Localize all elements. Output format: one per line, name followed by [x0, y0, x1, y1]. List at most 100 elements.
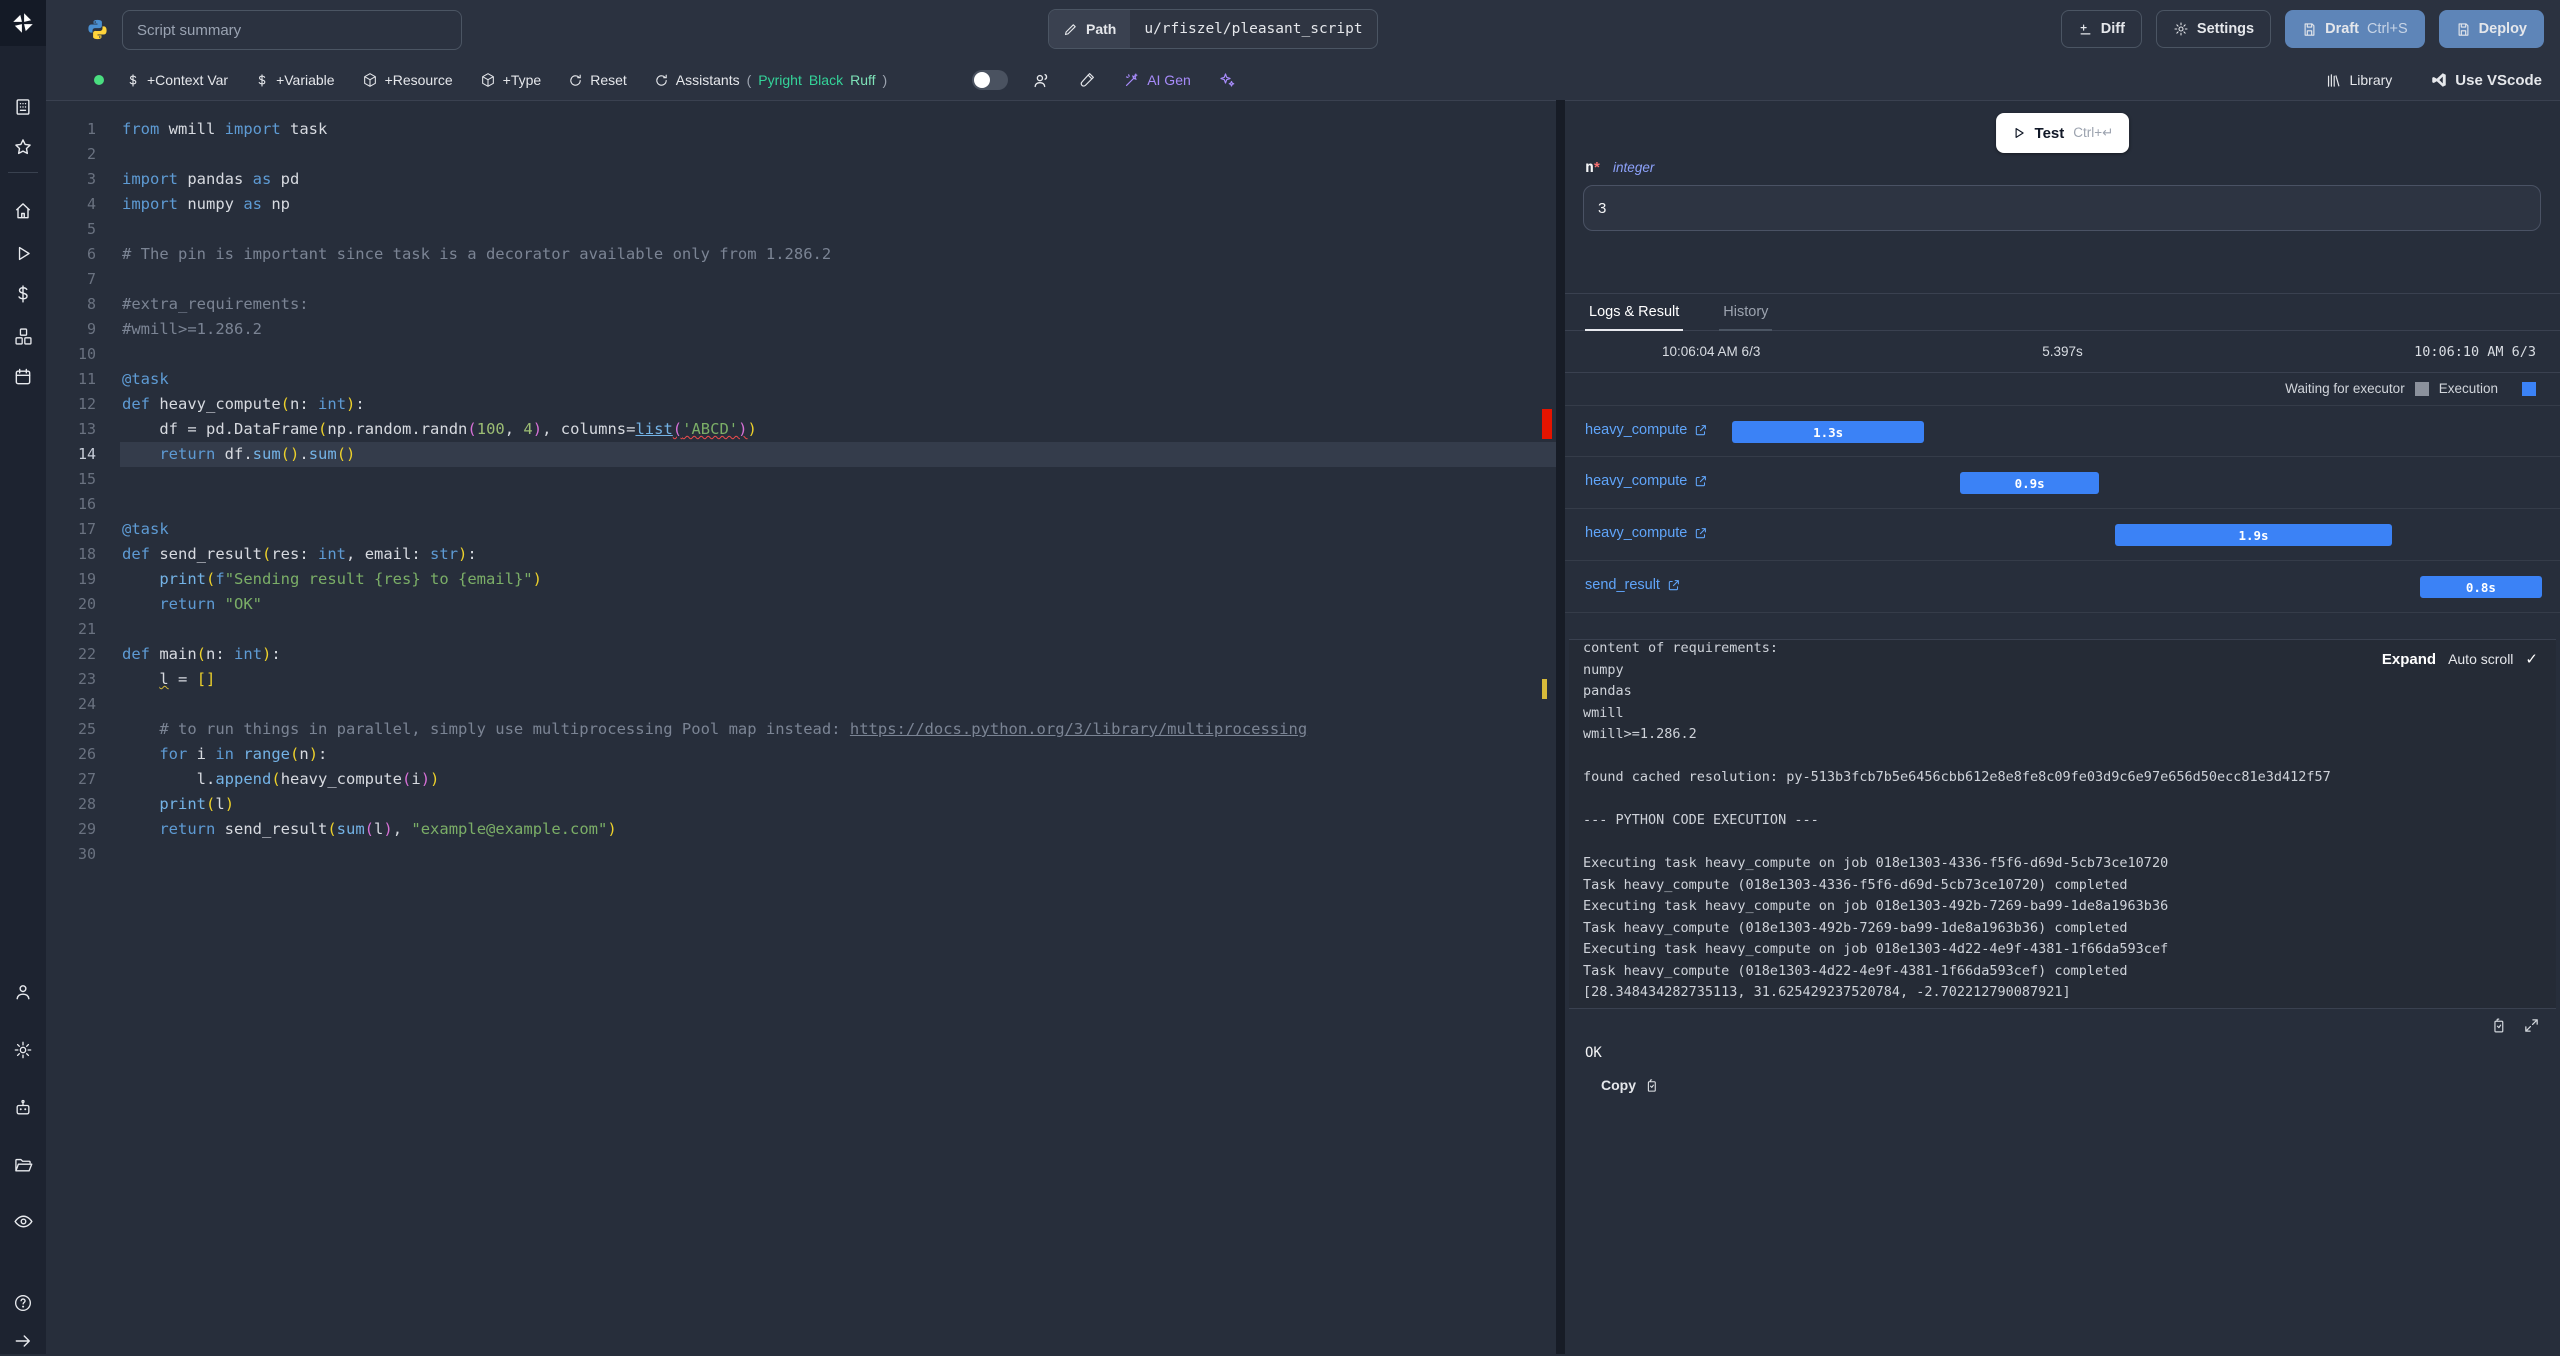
log-expand-button[interactable]: Expand — [2382, 651, 2436, 668]
script-summary-input[interactable] — [122, 10, 462, 50]
code-line[interactable]: def main(n: int): — [120, 642, 1556, 667]
format-brush-icon[interactable] — [1078, 71, 1096, 89]
code-line[interactable] — [120, 267, 1556, 292]
test-button[interactable]: Test Ctrl+↵ — [1995, 113, 2130, 153]
code-line[interactable]: @task — [120, 367, 1556, 392]
code-line[interactable]: import pandas as pd — [120, 167, 1556, 192]
deploy-button[interactable]: Deploy — [2438, 10, 2544, 48]
log-autoscroll-toggle[interactable]: Auto scroll — [2448, 651, 2513, 667]
code-line[interactable]: # The pin is important since task is a d… — [120, 242, 1556, 267]
path-button[interactable]: Path u/rfiszel/pleasant_script — [1048, 9, 1378, 49]
external-link-icon — [1668, 580, 1679, 591]
code-line[interactable]: df = pd.DataFrame(np.random.randn(100, 4… — [120, 417, 1556, 442]
code-line[interactable]: print(f"Sending result {res} to {email}"… — [120, 567, 1556, 592]
code-line[interactable]: # to run things in parallel, simply use … — [120, 717, 1556, 742]
code-editor[interactable]: 1 2 3 4 5 6 7 8 9 10 11 12 13 14 15 16 17 18 19 20 21 22 23 24 2… — [46, 100, 1556, 1354]
multiplayer-users-icon[interactable] — [1032, 71, 1051, 90]
workspace-icon[interactable] — [0, 92, 46, 122]
log-output[interactable]: content of requirements: numpy pandas wmill… — [1569, 639, 2556, 1009]
code-line[interactable] — [120, 217, 1556, 242]
favorites-star-icon[interactable] — [0, 132, 46, 162]
code-line[interactable]: print(l) — [120, 792, 1556, 817]
editor-gutter: 1 2 3 4 5 6 7 8 9 10 11 12 13 14 15 16 17 18 19 20 21 22 23 24 2… — [77, 120, 96, 863]
tab-logs-result[interactable]: Logs & Result — [1585, 294, 1684, 331]
sparkles-icon[interactable] — [1218, 71, 1236, 89]
code-line[interactable]: def heavy_compute(n: int): — [120, 392, 1556, 417]
code-line[interactable]: for i in range(n): — [120, 742, 1556, 767]
legend-waiting-swatch — [2414, 381, 2429, 396]
editor-code[interactable]: from wmill import task import pandas as … — [120, 117, 1556, 867]
add-context-var-button[interactable]: +Context Var — [126, 72, 228, 88]
add-resource-button[interactable]: +Resource — [362, 72, 453, 88]
arg-name: n — [1585, 158, 1595, 176]
code-line[interactable] — [120, 842, 1556, 867]
argument-label: n* integer — [1585, 158, 1654, 176]
execution-bar[interactable]: 1.9s — [2115, 524, 2392, 546]
code-line[interactable]: return send_result(sum(l), "example@exam… — [120, 817, 1556, 842]
sidebar-divider — [8, 172, 38, 173]
task-link[interactable]: heavy_compute — [1585, 473, 1708, 489]
code-line[interactable] — [120, 142, 1556, 167]
code-line[interactable]: def send_result(res: int, email: str): — [120, 542, 1556, 567]
code-line[interactable]: return "OK" — [120, 592, 1556, 617]
code-line[interactable] — [120, 467, 1556, 492]
deploy-label: Deploy — [2478, 21, 2527, 37]
add-type-label: +Type — [502, 72, 542, 88]
schedules-calendar-icon[interactable] — [0, 362, 46, 392]
task-link[interactable]: heavy_compute — [1585, 525, 1708, 541]
clipboard-icon — [1647, 1078, 1656, 1092]
code-line[interactable] — [120, 617, 1556, 642]
code-line[interactable]: #extra_requirements: — [120, 292, 1556, 317]
audit-eye-icon[interactable] — [0, 1206, 46, 1236]
settings-button[interactable]: Settings — [2155, 10, 2272, 48]
draft-label: Draft — [2325, 21, 2359, 37]
code-line[interactable]: import numpy as np — [120, 192, 1556, 217]
assistants-button[interactable]: Assistants ( Pyright Black Ruff ) — [654, 72, 887, 88]
copy-result-button[interactable]: Copy — [1601, 1077, 1659, 1093]
code-line[interactable]: @task — [120, 517, 1556, 542]
draft-button[interactable]: Draft Ctrl+S — [2285, 10, 2425, 48]
workers-robot-icon[interactable] — [0, 1093, 46, 1123]
code-line[interactable] — [120, 692, 1556, 717]
magic-wand-icon — [1126, 73, 1138, 86]
code-line[interactable]: from wmill import task — [120, 117, 1556, 142]
variables-dollar-icon[interactable] — [0, 279, 46, 309]
tab-history[interactable]: History — [1719, 294, 1773, 331]
collapse-arrow-icon[interactable] — [0, 1326, 46, 1356]
refresh-icon — [656, 74, 667, 86]
help-icon[interactable] — [0, 1288, 46, 1318]
panel-resize-divider[interactable] — [1556, 100, 1565, 1354]
task-link[interactable]: heavy_compute — [1585, 422, 1708, 438]
ai-gen-button[interactable]: AI Gen — [1123, 72, 1191, 89]
code-line[interactable]: return df.sum().sum() — [120, 442, 1556, 467]
timeline-row: send_result 0.8s — [1565, 561, 2560, 613]
runs-play-icon[interactable] — [0, 238, 46, 268]
folders-icon[interactable] — [0, 1150, 46, 1180]
code-line[interactable]: l.append(heavy_compute(i)) — [120, 767, 1556, 792]
user-icon[interactable] — [0, 977, 46, 1007]
code-line[interactable]: #wmill>=1.286.2 — [120, 317, 1556, 342]
add-variable-button[interactable]: +Variable — [255, 72, 335, 88]
library-button[interactable]: Library — [2325, 72, 2392, 89]
reset-button[interactable]: Reset — [568, 72, 627, 88]
windmill-logo[interactable] — [0, 0, 46, 46]
assistants-paren-open: ( — [746, 72, 752, 88]
execution-bar[interactable]: 0.9s — [1960, 472, 2100, 494]
task-link[interactable]: send_result — [1585, 577, 1681, 593]
expand-result-icon[interactable] — [2523, 1017, 2540, 1034]
code-line[interactable] — [120, 492, 1556, 517]
vim-mode-toggle[interactable] — [972, 70, 1009, 90]
library-label: Library — [2349, 72, 2393, 88]
use-vscode-button[interactable]: Use VScode — [2430, 71, 2542, 89]
copy-result-icon[interactable] — [2490, 1017, 2507, 1034]
resources-cubes-icon[interactable] — [0, 321, 46, 351]
code-line[interactable] — [120, 342, 1556, 367]
home-icon[interactable] — [0, 196, 46, 226]
code-line[interactable]: l = [] — [120, 667, 1556, 692]
arg-n-input[interactable] — [1583, 185, 2541, 231]
diff-button[interactable]: Diff — [2060, 10, 2142, 48]
execution-bar[interactable]: 0.8s — [2419, 576, 2543, 598]
add-type-button[interactable]: +Type — [480, 72, 542, 88]
execution-bar[interactable]: 1.3s — [1732, 421, 1925, 443]
settings-gear-icon[interactable] — [0, 1035, 46, 1065]
